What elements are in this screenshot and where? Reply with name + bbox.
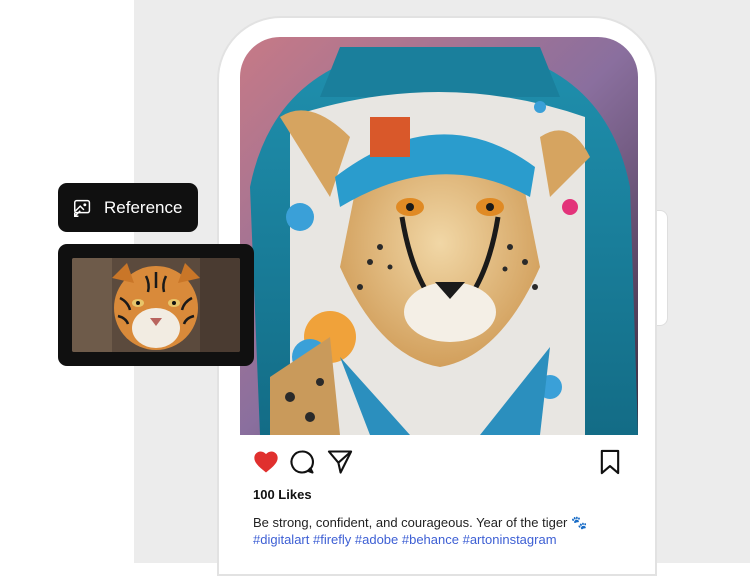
likes-count[interactable]: 100 Likes <box>253 487 312 502</box>
send-icon[interactable] <box>326 448 354 476</box>
image-reference-icon <box>72 197 94 219</box>
bookmark-icon[interactable] <box>596 448 624 476</box>
reference-button[interactable]: Reference <box>58 183 198 232</box>
heart-icon[interactable] <box>252 448 280 476</box>
reference-thumbnail[interactable] <box>58 244 254 366</box>
post-hashtags[interactable]: #digitalart #firefly #adobe #behance #ar… <box>253 531 645 548</box>
reference-label: Reference <box>104 197 183 217</box>
tiger-image <box>72 258 240 352</box>
post-caption: Be strong, confident, and courageous. Ye… <box>253 515 588 530</box>
post-actions-bar <box>252 448 624 476</box>
comment-icon[interactable] <box>288 448 316 476</box>
post-image[interactable] <box>240 37 638 435</box>
